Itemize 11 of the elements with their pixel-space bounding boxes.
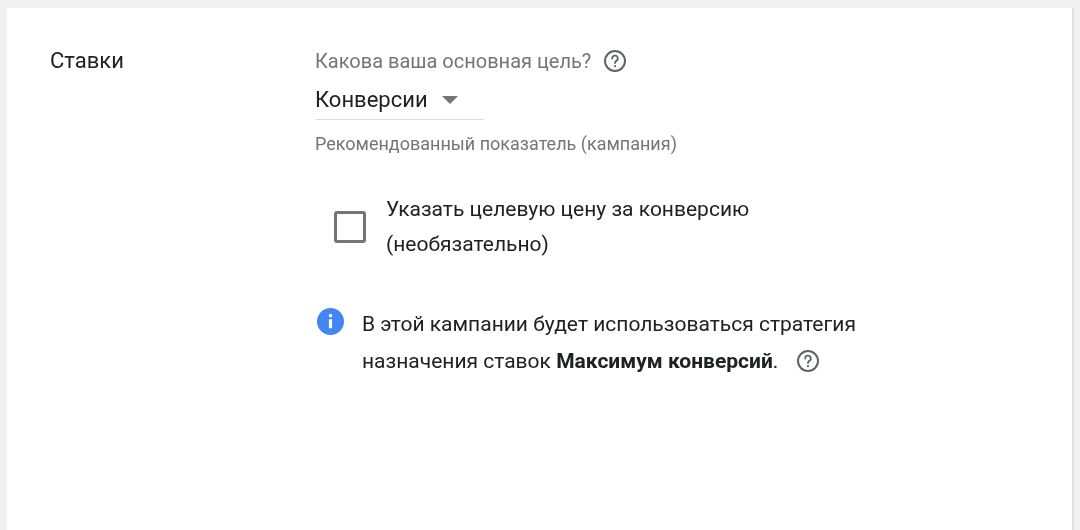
- info-text: В этой кампании будет использоваться стратегия назначения ставок Максимум конверсий.: [362, 311, 857, 376]
- goal-dropdown[interactable]: Конверсии: [315, 84, 484, 120]
- info-icon: [317, 308, 344, 335]
- checkbox-label: Указать целевую цену за конверсию (необязательно): [386, 196, 751, 258]
- section-title: Ставки: [50, 48, 124, 73]
- question-label: Какова ваша основная цель?: [315, 48, 592, 75]
- checkbox[interactable]: [334, 211, 366, 243]
- caret-icon: [441, 95, 458, 104]
- hint-text: Рекомендованный показатель (кампания): [315, 132, 678, 156]
- help-icon[interactable]: [796, 349, 821, 374]
- help-icon[interactable]: [603, 49, 628, 73]
